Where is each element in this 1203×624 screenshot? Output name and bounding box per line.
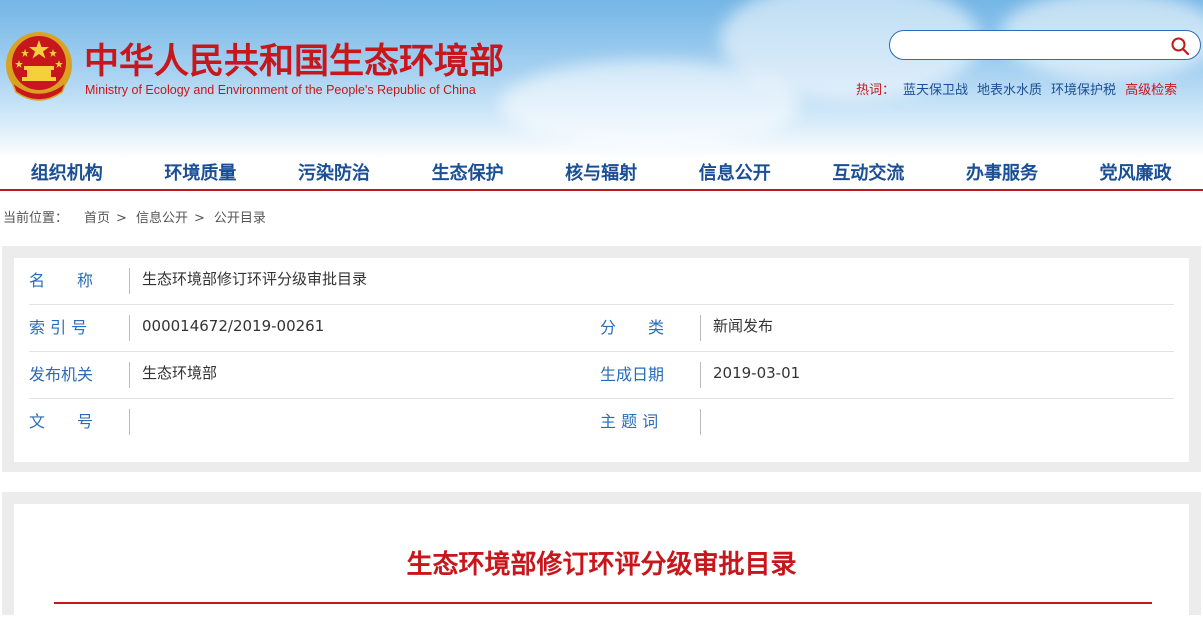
name-value: 生态环境部修订环评分级审批目录 [142,270,368,288]
info-section: 名 称 生态环境部修订环评分级审批目录 索 引 号 000014672/2019… [2,246,1201,472]
info-row: 索 引 号 000014672/2019-00261 分 类 新闻发布 [29,305,1174,352]
field-divider [129,268,130,294]
nav-divider [0,189,1203,191]
info-row: 发布机关 生态环境部 生成日期 2019-03-01 [29,352,1174,399]
docno-label: 文 号 [29,412,94,431]
field-divider [129,362,130,388]
hotword-link[interactable]: 地表水水质 [977,83,1042,98]
nav-item-nuclear-radiation[interactable]: 核与辐射 [534,158,668,190]
article-section: 生态环境部修订环评分级审批目录 [2,492,1201,624]
breadcrumb: 当前位置： 首页 > 信息公开 > 公开目录 [3,207,266,226]
index-value: 000014672/2019-00261 [142,317,325,335]
publisher-label: 发布机关 [29,365,94,384]
hotword-link[interactable]: 蓝天保卫战 [903,83,968,98]
nav-item-information-disclosure[interactable]: 信息公开 [668,158,802,190]
search-icon[interactable] [1170,36,1190,56]
search-box [889,30,1201,60]
field-divider [129,409,130,435]
hotwords-label: 热词： [856,83,896,98]
name-label: 名 称 [29,271,94,290]
category-value: 新闻发布 [713,317,774,335]
nav-item-organization[interactable]: 组织机构 [0,158,134,190]
nav-item-pollution-control[interactable]: 污染防治 [267,158,401,190]
cloud-decoration [500,60,800,150]
breadcrumb-info-disclosure[interactable]: 信息公开 [136,211,188,226]
breadcrumb-label: 当前位置： [3,211,69,226]
breadcrumb-catalog[interactable]: 公开目录 [214,211,266,226]
national-emblem-icon[interactable] [4,30,74,102]
publisher-value: 生态环境部 [142,364,218,382]
index-label: 索 引 号 [29,318,88,337]
site-subtitle: Ministry of Ecology and Environment of t… [85,83,476,97]
main-nav: 组织机构 环境质量 污染防治 生态保护 核与辐射 信息公开 互动交流 办事服务 … [0,158,1203,190]
nav-item-environment-quality[interactable]: 环境质量 [134,158,268,190]
breadcrumb-separator: > [116,211,127,226]
hotword-link[interactable]: 环境保护税 [1051,83,1116,98]
info-row: 文 号 主 题 词 [29,399,1174,445]
field-divider [700,315,701,341]
field-divider [700,409,701,435]
title-underline [54,602,1152,604]
date-value: 2019-03-01 [713,364,801,382]
nav-item-interaction[interactable]: 互动交流 [802,158,936,190]
hotwords-bar: 热词： 蓝天保卫战 地表水水质 环境保护税 高级检索 [856,79,1177,98]
nav-item-ecological-protection[interactable]: 生态保护 [401,158,535,190]
topic-label: 主 题 词 [600,412,659,431]
info-row: 名 称 生态环境部修订环评分级审批目录 [29,258,1174,305]
article-title: 生态环境部修订环评分级审批目录 [406,550,797,580]
nav-item-integrity[interactable]: 党风廉政 [1069,158,1203,190]
breadcrumb-home[interactable]: 首页 [84,211,110,226]
nav-item-services[interactable]: 办事服务 [935,158,1069,190]
info-table: 名 称 生态环境部修订环评分级审批目录 索 引 号 000014672/2019… [14,258,1189,462]
search-input[interactable] [904,32,1158,60]
site-header: 中华人民共和国生态环境部 Ministry of Ecology and Env… [0,0,1203,158]
site-title[interactable]: 中华人民共和国生态环境部 [84,40,504,84]
date-label: 生成日期 [600,365,665,384]
category-label: 分 类 [600,318,665,337]
article-panel: 生态环境部修订环评分级审批目录 [14,504,1189,624]
breadcrumb-separator: > [193,211,205,226]
field-divider [700,362,701,388]
field-divider [129,315,130,341]
advanced-search-link[interactable]: 高级检索 [1125,83,1177,98]
